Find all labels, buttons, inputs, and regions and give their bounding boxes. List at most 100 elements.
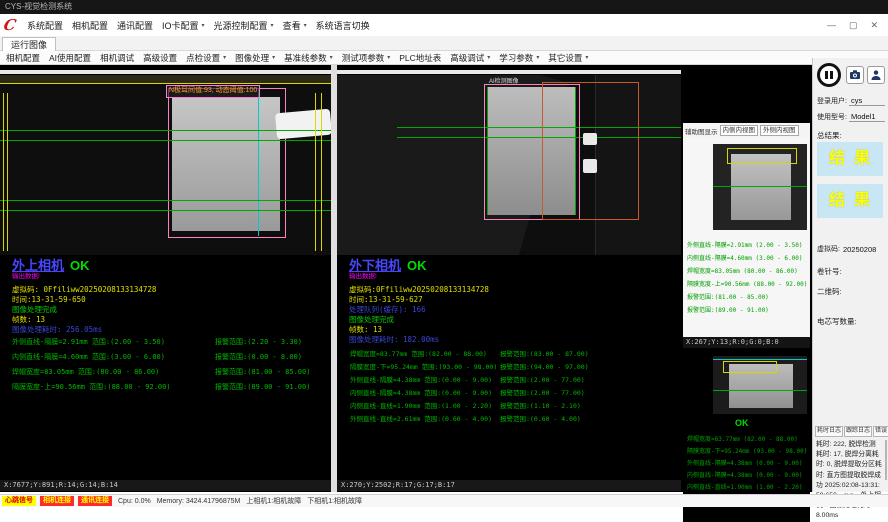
menu-item-language-switch[interactable]: 系统语言切换 [316,19,370,32]
user-icon [870,69,882,81]
log-tab-time[interactable]: 耗时日志 [815,426,843,437]
alarm-range: 报警范围:(81.00 - 85.00) [215,367,310,377]
model-value: Model1 [849,112,885,122]
pause-icon [830,71,833,79]
thumb-measure-line: 外侧直线-隔膜=4.38mm (0.00 - 9.00) [687,458,802,467]
camera-link-status-badge: 相机连接 [40,496,74,506]
baseline-green [0,140,331,141]
thumb-measure-line: 报警范围:(81.00 - 85.00) [687,292,769,301]
camera-panel-lower: AI检测图像 外下相机OK 输出数据! 虚拟码:0Ffiliww20250208… [337,65,681,492]
alarm-range: 报警范围:(2.00 - 77.00) [500,387,585,397]
white-clip-part [275,109,331,140]
alarm-range: 报警范围:(94.00 - 97.00) [500,361,589,371]
result-display-upper: 结果 [817,142,883,176]
result-display-lower: 结果 [817,184,883,218]
minimize-button[interactable]: — [827,20,836,31]
measure-value: 外侧直线-隔膜=2.91mm 范围:(2.00 - 3.50) [12,337,165,347]
roi-box-orange [542,82,639,220]
qr-code-label: 二维码: [817,286,842,297]
toolbar-other-settings[interactable]: 其它设置 [548,52,582,64]
cyan-edge-line [713,359,807,360]
thumb-measure-line: 焊帽宽度=83.05mm (80.00 - 86.00) [687,266,798,275]
measure-value: 焊帽宽度=83.05mm 范围:(80.00 - 86.00) [12,367,159,377]
thumb-measure-line: 内侧直线-直线=1.90mm (1.00 - 2.20) [687,482,802,491]
menu-item-light-config[interactable]: 光源控制配置 [214,19,268,32]
toolbar-advanced-debug[interactable]: 高级调试 [450,52,484,64]
baseline-green [713,390,807,391]
maximize-button[interactable]: ▢ [849,20,858,31]
model-row: 使用型号: Model1 [817,112,885,122]
cyan-edge-line [258,88,259,236]
tab-run-image[interactable]: 运行图像 [2,37,56,52]
pause-button[interactable] [817,63,841,87]
menu-item-io-config[interactable]: IO卡配置 [162,19,199,32]
toolbar-baseline-params[interactable]: 基准线参数 [284,52,327,64]
measure-value: 内侧直线-直线=1.90mm 范围:(1.00 - 2.20) [350,400,492,410]
dropdown-caret-icon: ▾ [387,54,390,61]
result-ok-badge: OK [407,258,427,273]
thumbnail-image-bottom[interactable] [713,356,807,414]
baseline-green [0,210,331,211]
measure-overlay-label: N极耳间值:93, 动态阈值:100 [166,85,260,98]
thumbnail-image-top[interactable] [713,144,807,230]
camera-image-lower[interactable]: AI检测图像 [337,75,681,255]
log-scrollbar[interactable] [885,440,887,480]
main-content: N极耳间值:93, 动态阈值:100 外上相机OK 输出数据! 虚拟码: 0Ff… [0,65,812,492]
weld-spot [583,133,597,145]
toolbar-advanced-settings[interactable]: 高级设置 [143,52,177,64]
toolbar-camera-config[interactable]: 相机配置 [6,52,40,64]
roi-box-pink [168,88,286,238]
measure-value: 内侧直线-隔膜=4.38mm 范围:(0.00 - 9.00) [350,387,492,397]
thumb-measure-line: 隔膜宽度-下=95.24mm (93.00 - 98.00) [687,446,807,455]
measure-value: 隔膜宽度-上=90.56mm 范围:(88.00 - 92.00) [12,382,171,392]
result-ok-badge: OK [735,418,749,428]
thumbnail-panel-top: 外侧直线-隔膜=2.91mm (2.00 - 3.50) 内侧直线-隔膜=4.6… [683,138,810,337]
thumb-measure-line: 隔膜宽度-上=90.56mm (88.00 - 92.00) [687,279,807,288]
yellow-edge-line [3,93,4,251]
toolbar-image-processing[interactable]: 图像处理 [235,52,269,64]
toolbar-spot-check[interactable]: 点检设置 [186,52,220,64]
dropdown-caret-icon: ▾ [487,54,490,61]
measure-value: 内侧直线-隔膜=4.60mm 范围:(3.00 - 6.00) [12,352,165,362]
measure-value: 隔膜宽度-下=95.24mm 范围:(93.00 - 98.00) [350,361,497,371]
alarm-range: 报警范围:(1.10 - 2.10) [500,400,581,410]
toolbar-camera-debug[interactable]: 相机调试 [100,52,134,64]
dropdown-caret-icon: ▾ [536,54,539,61]
log-tab-strip: 耗时日志 跟踪日志 错误日志 [815,426,888,437]
baseline-green [0,200,331,201]
dropdown-caret-icon: ▾ [223,54,226,61]
model-label: 使用型号: [817,112,847,122]
thumb-measure-line: 焊帽宽度=83.77mm (82.00 - 88.00) [687,434,798,443]
camera-panel-upper: N极耳间值:93, 动态阈值:100 外上相机OK 输出数据! 虚拟码: 0Ff… [0,65,331,492]
yellow-edge-line [315,93,316,251]
thumb-view-button-inner[interactable]: 内侧内视图 [720,125,759,136]
menu-item-view[interactable]: 查看 [283,19,301,32]
baseline-green [713,186,807,187]
dropdown-caret-icon: ▾ [304,22,307,29]
close-button[interactable]: ✕ [870,20,878,31]
virtual-code-row: 虚拟码: 20250208 [817,244,885,254]
info-process-time: 图像处理耗时: 182.00ms [349,334,439,345]
dropdown-caret-icon: ▾ [330,54,333,61]
toolbar-ai-config[interactable]: AI使用配置 [49,52,91,64]
user-tool-button[interactable] [867,66,885,84]
menu-item-comm-config[interactable]: 通讯配置 [117,19,153,32]
thumb-view-button-outer[interactable]: 外侧内视图 [760,125,799,136]
pause-icon [825,71,828,79]
log-tab-error[interactable]: 错误日志 [873,426,888,437]
menu-item-system-config[interactable]: 系统配置 [27,19,63,32]
camera-tool-button[interactable] [846,66,864,84]
log-tab-trace[interactable]: 跟踪日志 [844,426,872,437]
lower-camera-fault-text: 下相机1:相机故障 [307,496,362,506]
yellow-edge-line [7,93,8,251]
menu-item-camera-config[interactable]: 相机配置 [72,19,108,32]
toolbar-learning-params[interactable]: 学习参数 [499,52,533,64]
camera-image-upper[interactable]: N极耳间值:93, 动态阈值:100 [0,75,331,255]
login-user-row: 登录用户: cys [817,96,885,106]
toolbar-test-params[interactable]: 测试项参数 [342,52,385,64]
ai-image-label: AI检测图像 [489,76,519,85]
alarm-range: 报警范围:(0.00 - 8.00) [215,352,302,362]
app-logo-icon: C [2,16,18,34]
toolbar-plc-table[interactable]: PLC地址表 [399,52,441,64]
roi-box-yellow [723,361,777,373]
